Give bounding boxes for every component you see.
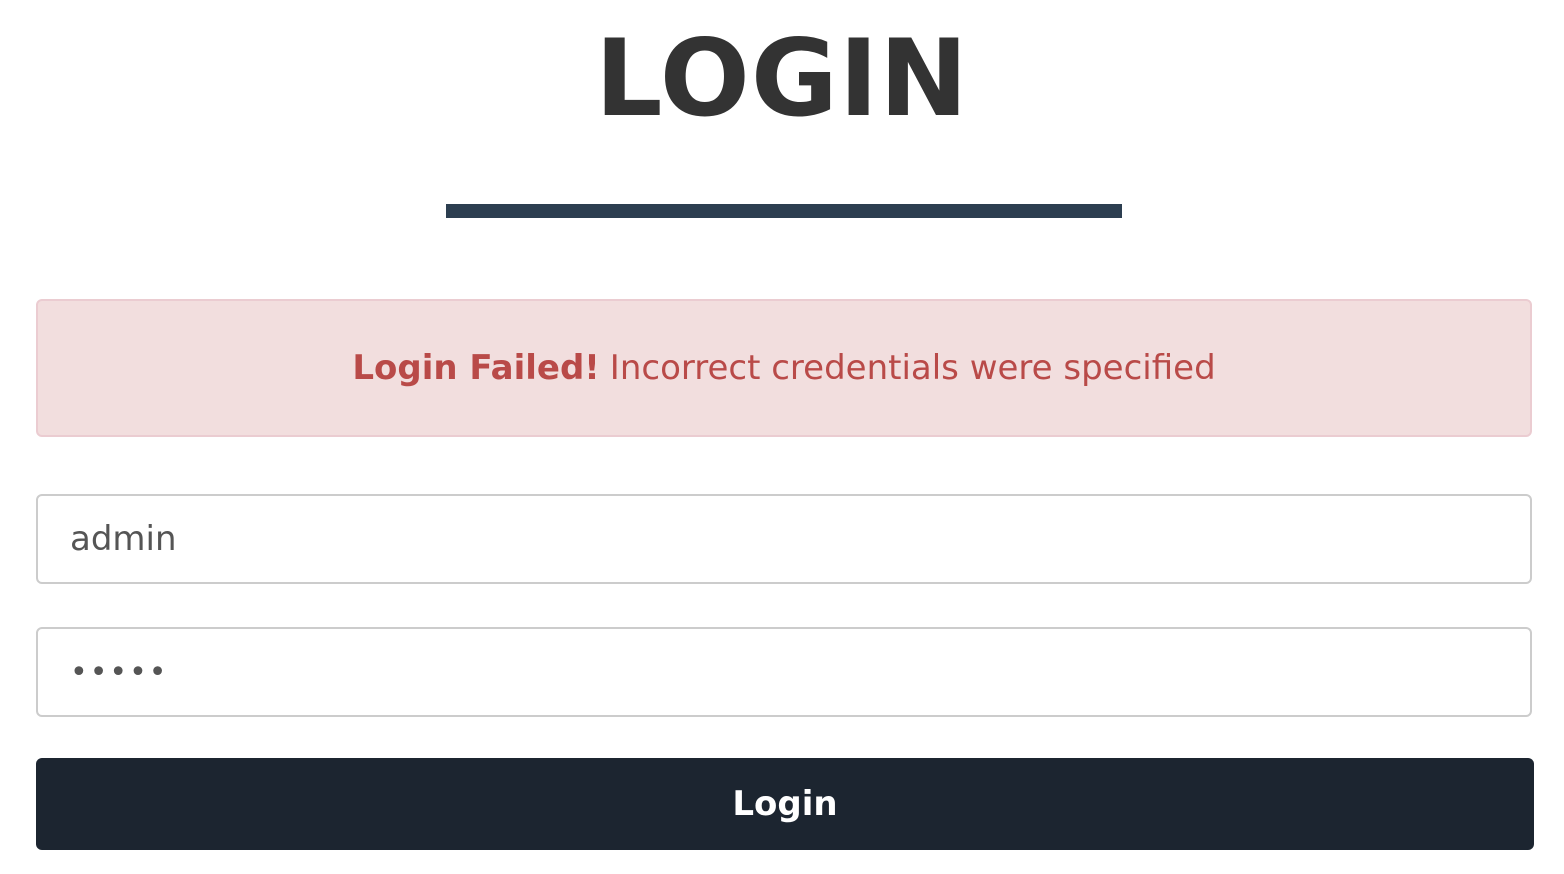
password-input[interactable] [36, 627, 1532, 717]
login-page: LOGIN Login Failed! Incorrect credential… [0, 0, 1564, 874]
login-error-alert: Login Failed! Incorrect credentials were… [36, 299, 1532, 437]
page-title: LOGIN [594, 17, 970, 140]
username-input[interactable] [36, 494, 1532, 584]
alert-message: Incorrect credentials were specified [609, 348, 1216, 388]
title-divider [446, 204, 1122, 218]
login-button[interactable]: Login [36, 758, 1534, 850]
alert-strong-text: Login Failed! [352, 348, 600, 388]
